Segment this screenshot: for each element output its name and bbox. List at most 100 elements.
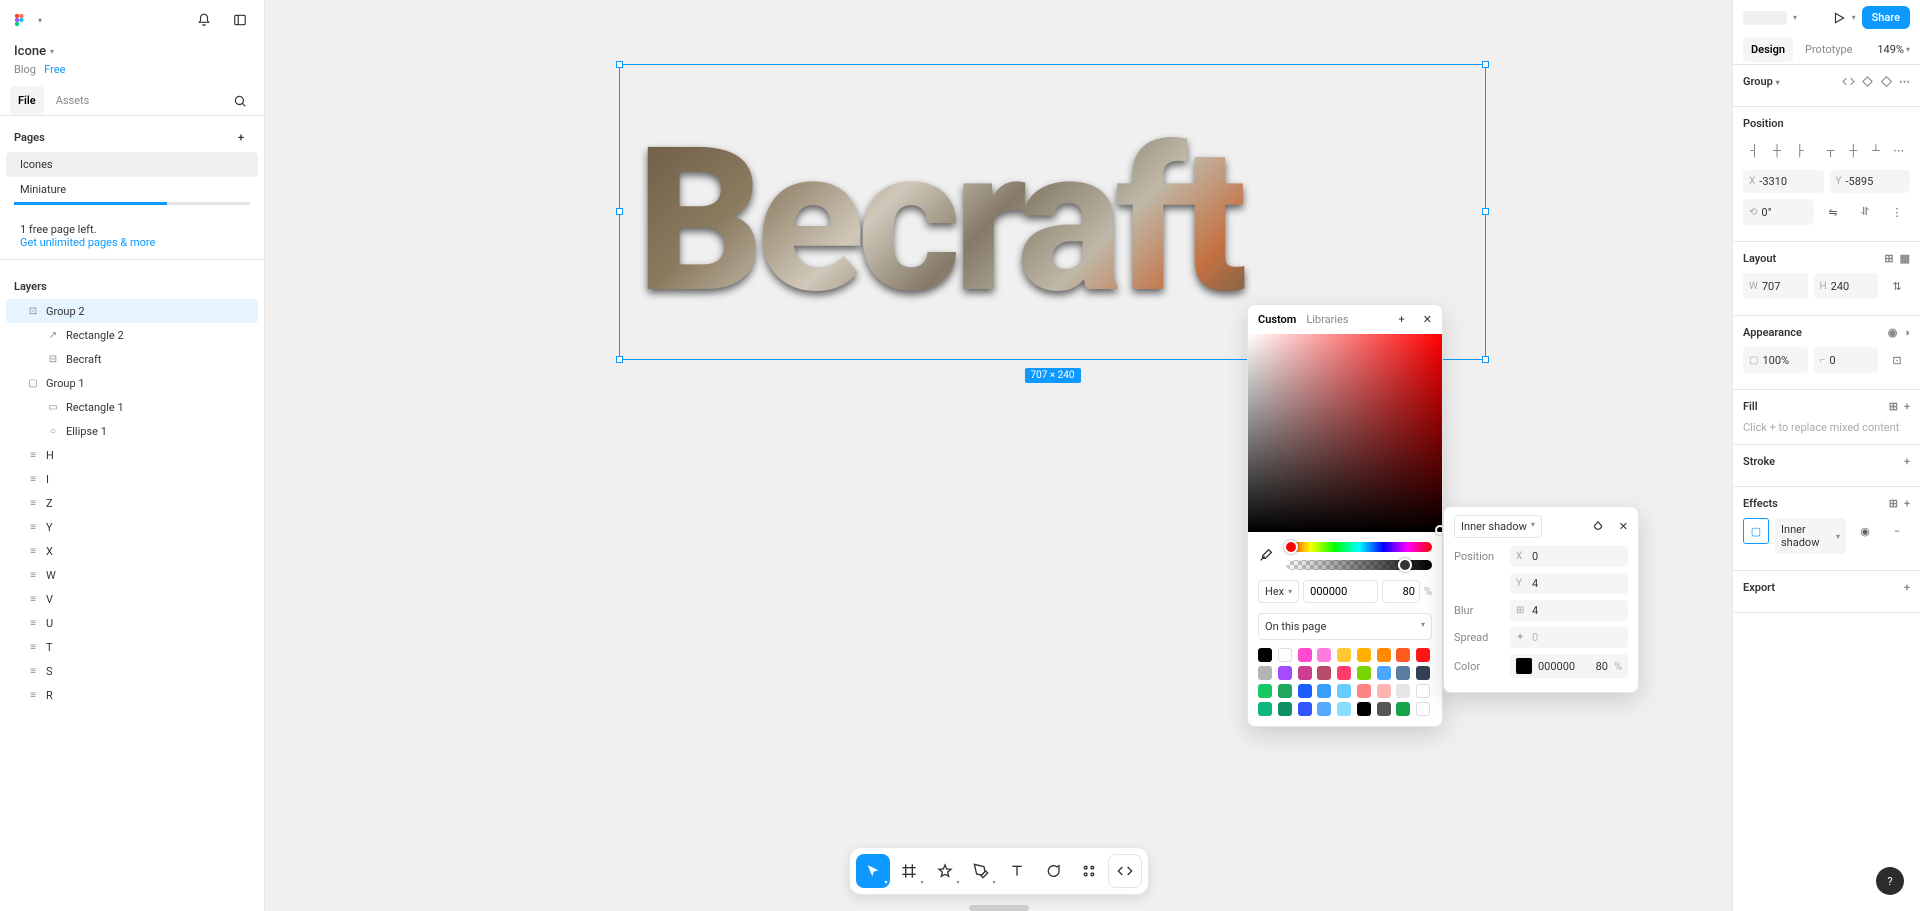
layer-row[interactable]: ▭Rectangle 1	[6, 395, 258, 419]
swatch-source-select[interactable]: On this page▾	[1258, 613, 1432, 640]
zoom-control[interactable]: 149%▾	[1877, 43, 1910, 56]
align-bottom-button[interactable]: ┴	[1865, 138, 1888, 162]
flip-h-button[interactable]: ⇋	[1820, 199, 1846, 225]
chevron-down-icon[interactable]: ▾	[1852, 13, 1856, 22]
layer-row[interactable]: ≡Z	[6, 491, 258, 515]
tab-design[interactable]: Design	[1743, 37, 1793, 62]
tab-assets[interactable]: Assets	[48, 86, 98, 115]
file-title[interactable]: Icone▾	[0, 40, 264, 63]
color-swatch[interactable]	[1278, 702, 1292, 716]
layer-row[interactable]: ○Ellipse 1	[6, 419, 258, 443]
layer-row[interactable]: ⊡Group 2	[6, 299, 258, 323]
share-button[interactable]: Share	[1862, 6, 1910, 29]
tab-prototype[interactable]: Prototype	[1805, 35, 1852, 64]
flip-menu-button[interactable]: ⋮	[1884, 199, 1910, 225]
becraft-text[interactable]: Becraft	[636, 121, 1470, 299]
x-input[interactable]: X-3310	[1743, 170, 1824, 193]
color-swatch[interactable]	[1258, 666, 1272, 680]
color-swatch[interactable]	[1317, 684, 1331, 698]
color-swatch[interactable]	[1396, 648, 1410, 662]
shape-tool[interactable]: ▾	[928, 854, 962, 888]
present-button[interactable]	[1832, 11, 1846, 25]
effect-x-input[interactable]: X0	[1510, 546, 1628, 567]
actions-tool[interactable]	[1072, 854, 1106, 888]
color-swatch[interactable]	[1298, 666, 1312, 680]
color-swatch[interactable]	[1357, 702, 1371, 716]
width-input[interactable]: W707	[1743, 273, 1808, 299]
visibility-icon[interactable]: ◉	[1888, 326, 1898, 339]
figma-menu-button[interactable]	[10, 10, 30, 30]
opacity-input[interactable]: ▢100%	[1743, 347, 1808, 373]
constrain-button[interactable]: ⇅	[1884, 273, 1910, 299]
resize-handle[interactable]	[1482, 61, 1489, 68]
component-icon[interactable]	[1861, 75, 1874, 88]
color-swatch[interactable]	[1337, 684, 1351, 698]
color-swatch[interactable]	[1258, 702, 1272, 716]
panel-toggle-button[interactable]	[226, 6, 254, 34]
auto-layout-button[interactable]: ⊞	[1884, 252, 1893, 265]
color-swatch[interactable]	[1396, 666, 1410, 680]
layer-row[interactable]: ≡W	[6, 563, 258, 587]
add-page-button[interactable]: +	[232, 128, 250, 146]
color-swatch[interactable]	[1396, 702, 1410, 716]
layer-row[interactable]: ≡R	[6, 683, 258, 707]
eyedropper-button[interactable]	[1258, 547, 1276, 565]
effect-settings-button[interactable]: ▢	[1743, 518, 1769, 544]
align-hcenter-button[interactable]: ┼	[1766, 138, 1789, 162]
resize-handle[interactable]	[1482, 208, 1489, 215]
add-style-button[interactable]: +	[1399, 313, 1405, 326]
blend-mode-button[interactable]	[1591, 520, 1605, 534]
color-swatch[interactable]	[1377, 702, 1391, 716]
layer-row[interactable]: ⊟Becraft	[6, 347, 258, 371]
layer-row[interactable]: ▢Group 1	[6, 371, 258, 395]
layout-grid-button[interactable]: ▦	[1900, 252, 1910, 265]
color-swatch[interactable]	[1337, 648, 1351, 662]
close-picker-button[interactable]: ✕	[1423, 313, 1432, 326]
tab-file[interactable]: File	[10, 86, 44, 115]
picker-tab-libraries[interactable]: Libraries	[1306, 313, 1348, 326]
text-tool[interactable]	[1000, 854, 1034, 888]
effect-color-swatch[interactable]	[1516, 658, 1532, 674]
saturation-field[interactable]	[1248, 334, 1442, 532]
y-input[interactable]: Y-5895	[1830, 170, 1911, 193]
color-swatch[interactable]	[1258, 684, 1272, 698]
color-swatch[interactable]	[1278, 684, 1292, 698]
notifications-button[interactable]	[190, 6, 218, 34]
color-swatch[interactable]	[1317, 702, 1331, 716]
move-tool[interactable]: ▾	[856, 854, 890, 888]
effect-type-select[interactable]: Inner shadow▾	[1454, 515, 1542, 538]
close-effect-button[interactable]: ✕	[1619, 520, 1628, 533]
layer-row[interactable]: ↗Rectangle 2	[6, 323, 258, 347]
resize-handle[interactable]	[616, 208, 623, 215]
blend-icon[interactable]: ◑	[1903, 326, 1910, 339]
radius-detail-button[interactable]: ⊡	[1884, 347, 1910, 373]
add-fill-button[interactable]: +	[1904, 400, 1910, 413]
collaborator-avatars[interactable]	[1743, 11, 1787, 25]
effect-style-button[interactable]: ⊞	[1889, 497, 1898, 510]
color-swatch[interactable]	[1278, 648, 1292, 662]
height-input[interactable]: H240	[1814, 273, 1879, 299]
alpha-input[interactable]	[1382, 580, 1420, 603]
align-vcenter-button[interactable]: ┼	[1842, 138, 1865, 162]
color-swatch[interactable]	[1298, 648, 1312, 662]
saturation-cursor[interactable]	[1435, 525, 1443, 535]
dev-mode-toggle[interactable]	[1108, 854, 1142, 888]
color-swatch[interactable]	[1298, 684, 1312, 698]
more-align-button[interactable]: ⋯	[1887, 138, 1910, 162]
resize-handle[interactable]	[616, 61, 623, 68]
align-right-button[interactable]: ├	[1788, 138, 1811, 162]
color-swatch[interactable]	[1377, 648, 1391, 662]
help-button[interactable]: ?	[1876, 867, 1904, 895]
alpha-slider[interactable]	[1286, 560, 1432, 570]
color-swatch[interactable]	[1357, 666, 1371, 680]
alpha-thumb[interactable]	[1398, 558, 1412, 572]
layer-row[interactable]: ≡V	[6, 587, 258, 611]
color-swatch[interactable]	[1416, 702, 1430, 716]
color-swatch[interactable]	[1317, 648, 1331, 662]
more-icon[interactable]: ⋯	[1899, 75, 1910, 88]
remove-effect-button[interactable]: −	[1884, 518, 1910, 544]
layer-row[interactable]: ≡X	[6, 539, 258, 563]
color-swatch[interactable]	[1258, 648, 1272, 662]
resize-handle[interactable]	[1482, 356, 1489, 363]
effect-visibility-button[interactable]: ◉	[1852, 518, 1878, 544]
